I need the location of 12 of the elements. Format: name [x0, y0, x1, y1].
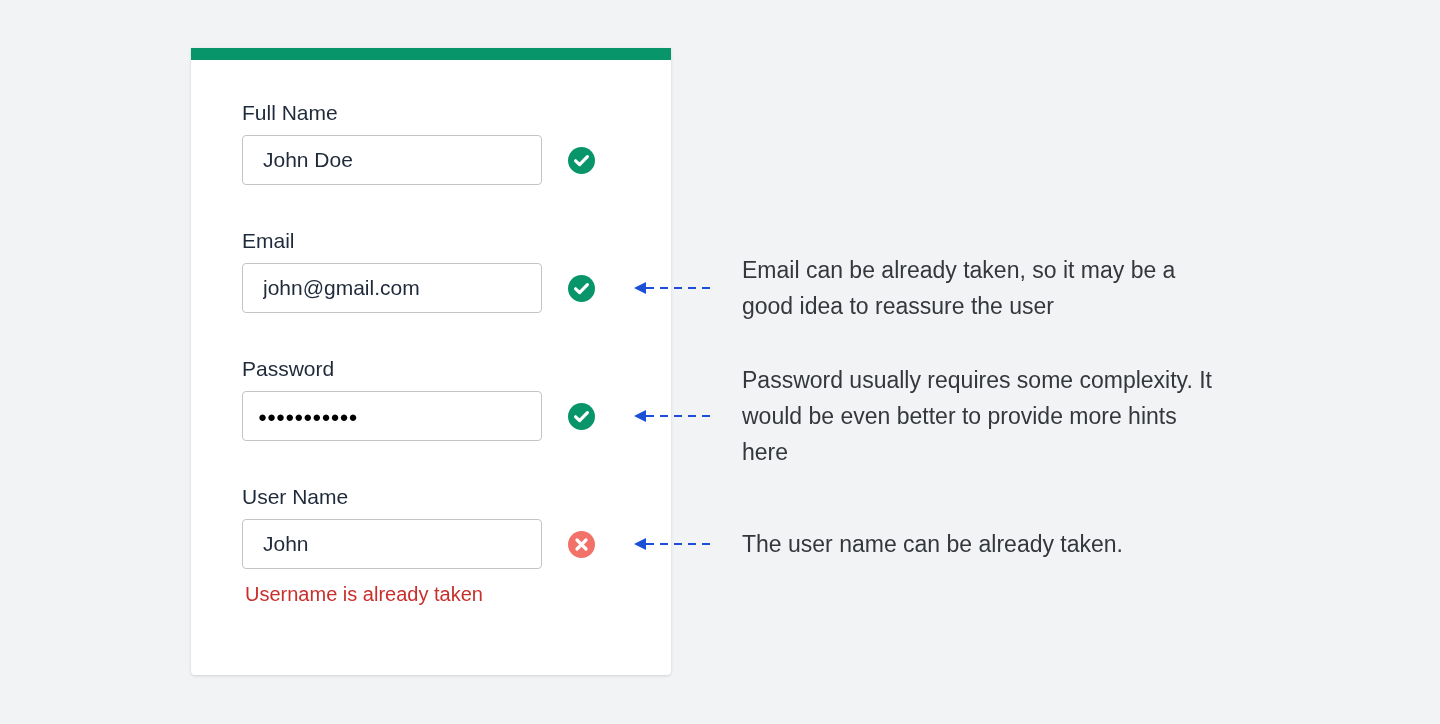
- field-label: Email: [242, 229, 295, 253]
- field-label: Full Name: [242, 101, 338, 125]
- field-label: Password: [242, 357, 335, 381]
- text-field[interactable]: John: [242, 519, 542, 569]
- password-field[interactable]: ●●●●●●●●●●●: [242, 391, 542, 441]
- text-field[interactable]: John Doe: [242, 135, 542, 185]
- error-message: Username is already taken: [245, 583, 483, 605]
- annotation-text: The user name can be already taken.: [742, 530, 1124, 559]
- text-field[interactable]: john@gmail.com: [242, 263, 542, 313]
- annotation-text: Password usually requires some complexity. It would be even better to provide more hints here: [742, 366, 1213, 467]
- field-label: User Name: [242, 485, 349, 509]
- annotation-text: Email can be already taken, so it may be a good idea to reassure the user: [742, 256, 1177, 321]
